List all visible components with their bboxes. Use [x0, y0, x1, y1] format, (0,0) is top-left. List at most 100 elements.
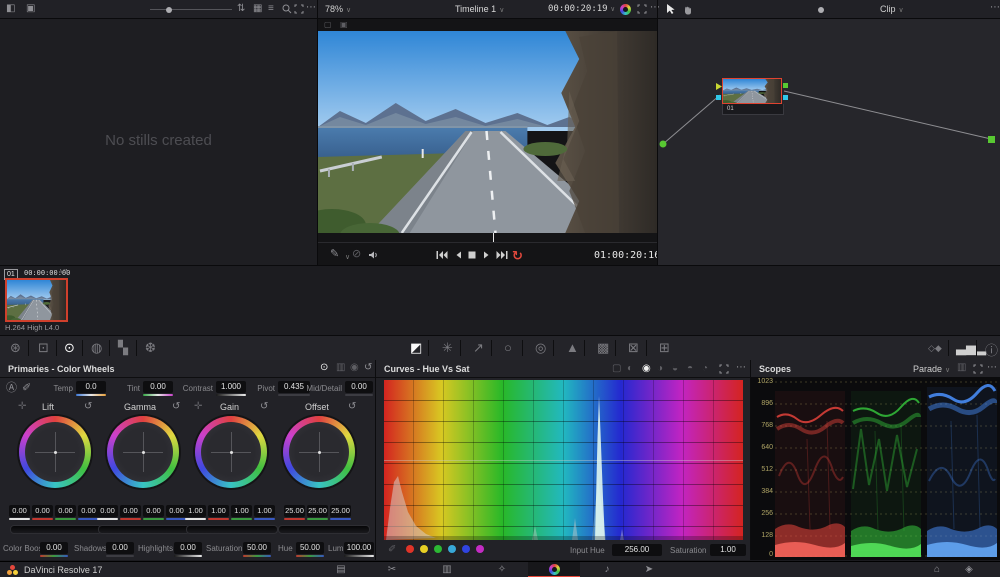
stills-gallery[interactable]: No stills created [0, 19, 317, 265]
rgb-mixer-icon[interactable]: ▚ [118, 340, 128, 356]
tab-fusion[interactable]: ✧ [485, 562, 519, 577]
color-match-icon[interactable]: ⊡ [38, 340, 49, 356]
scope-settings-icon[interactable]: ▥ [957, 363, 966, 373]
bars-mode-icon[interactable]: ▥ [336, 363, 345, 373]
color-wheels-icon[interactable]: ⊙ [64, 340, 75, 356]
scope-mode-dropdown[interactable]: Parade∨ [913, 364, 950, 374]
viewer-scrub-bar[interactable] [318, 233, 657, 243]
hue-dot-green[interactable] [434, 545, 442, 553]
node-input-key-port[interactable] [716, 95, 721, 100]
hue-dot-blue[interactable] [462, 545, 470, 553]
node-output-rgb-port[interactable] [783, 83, 788, 88]
tab-cut[interactable]: ✂ [375, 562, 409, 577]
motion-effects-icon[interactable]: ❆ [145, 340, 156, 356]
tab-fairlight[interactable]: ♪ [590, 562, 624, 577]
curve-custom-icon[interactable]: ▢ [612, 364, 621, 374]
tab-edit[interactable]: ▥ [430, 562, 464, 577]
expand-viewer-icon[interactable] [637, 4, 647, 14]
sort-icon[interactable]: ⇅ [237, 4, 245, 14]
curve-sat-vs-lum-icon[interactable]: ◔ [702, 364, 708, 374]
gallery-size-slider[interactable] [150, 9, 232, 10]
power-window-icon[interactable]: ○ [504, 340, 512, 355]
info-palette-icon[interactable]: ⓘ [985, 340, 998, 359]
viewer-timecode-dropdown[interactable]: 00:00:20:19∨ [548, 4, 615, 14]
lift-reset-icon[interactable]: ↺ [84, 402, 92, 412]
curve-picker-icon[interactable]: ✐ [388, 545, 396, 555]
highlights-value[interactable]: 0.00 [174, 542, 202, 554]
keyframes-palette-icon[interactable]: ◇◆ [928, 343, 942, 354]
wb-picker-icon[interactable]: ✐ [22, 383, 31, 394]
wipe-mode-a-icon[interactable]: ▢ [324, 21, 332, 29]
gallery-panel-icon[interactable]: ◧ [6, 4, 15, 14]
gamma-master-slider[interactable] [98, 525, 190, 534]
node-output-key-port[interactable] [783, 95, 788, 100]
loop-playback-icon[interactable]: ↻ [512, 248, 523, 264]
viewer-video-frame[interactable] [318, 31, 657, 233]
blur-palette-icon[interactable]: ▩ [597, 340, 609, 356]
curve-saturation-value[interactable]: 1.00 [710, 544, 746, 556]
curves-icon[interactable]: ◩ [410, 340, 422, 356]
curve-hue-vs-lum-icon[interactable]: ◑ [657, 364, 663, 374]
node-editor[interactable]: 01 [658, 19, 1000, 265]
chevron-down-icon[interactable]: ∨ [345, 253, 350, 261]
node-options-icon[interactable]: ⋯ [990, 3, 1000, 13]
timeline-selector[interactable]: Timeline 1∨ [455, 4, 504, 14]
audio-speaker-icon[interactable] [368, 250, 380, 261]
wheels-mode-icon[interactable]: ⊙ [320, 363, 328, 373]
tracker-icon[interactable]: ◎ [535, 340, 546, 356]
curve-sat-vs-sat-icon[interactable]: ◓ [687, 364, 693, 374]
grid-view-icon[interactable]: ▦ [253, 4, 262, 14]
curves-options-icon[interactable]: ⋯ [736, 363, 746, 373]
annotate-pen-icon[interactable]: ✎ [330, 249, 339, 260]
hue-value[interactable]: 50.00 [296, 542, 324, 554]
tab-media[interactable]: ▤ [324, 562, 358, 577]
offset-reset-icon[interactable]: ↺ [348, 402, 356, 412]
scopes-palette-icon[interactable]: ▃▅▂ [956, 340, 986, 356]
unmix-icon[interactable]: ⊘ [352, 249, 361, 260]
gallery-size-knob[interactable] [166, 7, 172, 13]
node-zoom-knob[interactable] [818, 7, 824, 13]
magic-mask-icon[interactable]: ▲ [566, 340, 579, 355]
temp-value[interactable]: 0.0 [76, 381, 106, 393]
expand-gallery-icon[interactable] [294, 4, 304, 14]
color-warper-icon[interactable]: ✳ [442, 340, 453, 356]
source-port[interactable] [660, 141, 667, 148]
expand-curves-icon[interactable] [719, 364, 729, 374]
viewer-zoom-dropdown[interactable]: 78%∨ [325, 4, 351, 14]
hue-dot-red[interactable] [406, 545, 414, 553]
go-to-last-frame-icon[interactable] [496, 250, 508, 260]
parade-scope[interactable]: 1023 896 768 640 512 384 256 128 0 [751, 377, 1000, 560]
mid-detail-value[interactable]: 0.00 [345, 381, 373, 393]
expand-scopes-icon[interactable] [973, 364, 983, 374]
gallery-options-icon[interactable]: ⋯ [306, 3, 316, 13]
camera-raw-icon[interactable]: ⊛ [10, 340, 21, 356]
pan-hand-icon[interactable] [683, 4, 694, 15]
hue-vs-sat-graph[interactable] [384, 380, 743, 540]
shadows-value[interactable]: 0.00 [106, 542, 134, 554]
reset-panel-icon[interactable]: ↺ [364, 363, 372, 373]
cursor-tool-icon[interactable] [666, 3, 676, 15]
hue-dot-cyan[interactable] [448, 545, 456, 553]
hue-dot-magenta[interactable] [476, 545, 484, 553]
contrast-value[interactable]: 1.000 [216, 381, 246, 393]
offset-wheel[interactable] [283, 416, 355, 488]
scopes-options-icon[interactable]: ⋯ [987, 363, 997, 373]
gamma-reset-icon[interactable]: ↺ [172, 402, 180, 412]
grab-still-icon[interactable]: ▣ [26, 4, 35, 14]
tab-color[interactable] [528, 562, 580, 577]
corrector-node[interactable] [722, 78, 782, 104]
qualifier-icon[interactable]: ↗ [473, 340, 484, 356]
input-hue-value[interactable]: 256.00 [612, 544, 662, 556]
search-icon[interactable] [282, 4, 292, 14]
lum-mix-value[interactable]: 100.00 [344, 542, 374, 554]
step-forward-icon[interactable] [482, 250, 491, 260]
list-view-icon[interactable]: ≡ [268, 4, 274, 14]
viewer-playhead[interactable] [493, 233, 494, 242]
lift-wheel[interactable] [19, 416, 91, 488]
lift-master-slider[interactable] [10, 525, 102, 534]
curve-hue-vs-hue-icon[interactable]: ◐ [627, 364, 633, 374]
lift-picker-icon[interactable]: ✛ [18, 402, 26, 412]
go-to-first-frame-icon[interactable] [436, 250, 448, 260]
offset-master-slider[interactable] [278, 525, 370, 534]
curve-lum-vs-sat-icon[interactable]: ◒ [672, 364, 678, 374]
